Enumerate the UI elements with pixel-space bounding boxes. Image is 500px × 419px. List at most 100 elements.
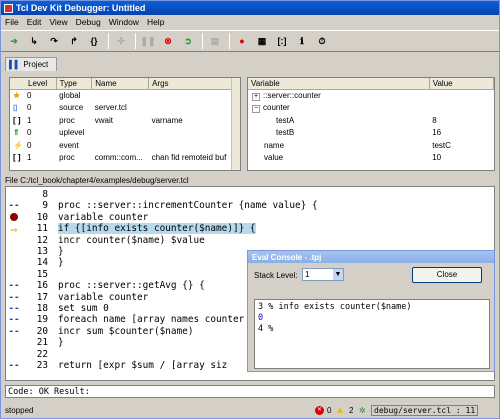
table-row[interactable]: ⚡ 0 event xyxy=(10,139,240,152)
stack-name xyxy=(92,127,149,140)
stack-column-header[interactable]: Type xyxy=(56,78,93,90)
table-row[interactable]: ⇑ 0 uplevel xyxy=(10,127,240,140)
console-output[interactable]: 3 % info exists counter($name) 0 4 % xyxy=(254,299,490,369)
table-row[interactable]: − counter xyxy=(248,102,494,115)
title-bar[interactable]: Tcl Dev Kit Debugger: Untitled xyxy=(1,1,499,15)
brace-icon: [ ] xyxy=(13,153,21,163)
code-line-marker[interactable]: -- xyxy=(6,326,22,337)
code-line-marker[interactable]: -- xyxy=(6,360,22,371)
chevron-down-icon: ▼ xyxy=(333,269,343,280)
step-to-result-icon[interactable]: {} xyxy=(85,32,103,50)
menu-item-edit[interactable]: Edit xyxy=(27,17,42,27)
table-row[interactable]: ★ 0 global xyxy=(10,89,240,102)
stack-args: varname xyxy=(151,115,183,125)
run-icon[interactable]: ➔ xyxy=(5,32,23,50)
stack-scrollbar[interactable] xyxy=(231,78,240,170)
close-button[interactable]: Close xyxy=(412,267,482,283)
table-row[interactable]: testA 8 xyxy=(248,114,494,127)
stack-type: proc xyxy=(59,115,75,125)
file-path: File C:/tcl_book/chapter4/examples/debug… xyxy=(5,176,189,185)
variable-column-header[interactable]: Variable xyxy=(248,78,430,90)
code-line-marker[interactable]: -- xyxy=(6,314,22,325)
stack-table: Level Type Name Args ★ 0 global ▯ 0 source server… xyxy=(10,78,240,164)
console-title-bar[interactable]: Eval Console - .tpj xyxy=(248,251,494,263)
line-number: 17 xyxy=(36,291,48,303)
code-line-marker[interactable] xyxy=(6,212,22,223)
stack-type: global xyxy=(59,91,81,100)
stack-type: proc xyxy=(59,153,75,163)
line-number: 12 xyxy=(36,234,48,246)
line-number: 19 xyxy=(36,314,48,326)
code-line: incr counter($name) $value xyxy=(58,234,205,246)
step-over-icon[interactable]: ↷ xyxy=(45,32,63,50)
result-bar: Code: OK Result: xyxy=(5,385,495,398)
watch-icon[interactable]: ▦ xyxy=(253,32,271,50)
table-row[interactable]: ▯ 0 source server.tcl xyxy=(10,102,240,115)
line-number: 23 xyxy=(36,360,48,371)
stack-level-cell: [ ] 1 xyxy=(10,152,56,165)
table-row[interactable]: testB 16 xyxy=(248,127,494,140)
code-line-marker[interactable] xyxy=(6,349,22,360)
toolbar-separator xyxy=(202,33,203,49)
stop-icon[interactable]: ⊗ xyxy=(159,32,177,50)
timer-icon[interactable]: ⏱ xyxy=(313,32,331,50)
tab-project[interactable]: ▌▌ Project xyxy=(5,57,57,71)
stack-level: 1 xyxy=(27,115,32,125)
code-line-marker[interactable]: -- xyxy=(6,280,22,291)
breakpoint-icon[interactable]: ● xyxy=(233,32,251,50)
stack-column-header[interactable]: Level xyxy=(10,78,57,90)
code-line: set sum 0 xyxy=(58,303,109,314)
stack-level-select[interactable]: 1 ▼ xyxy=(302,268,344,281)
menu-item-help[interactable]: Help xyxy=(147,17,164,27)
code-line-marker[interactable] xyxy=(6,235,22,246)
code-line: variable counter xyxy=(58,211,149,223)
variable-name-cell: testA xyxy=(248,114,429,127)
expand-icon[interactable]: + xyxy=(252,92,260,101)
code-line-marker[interactable]: -- xyxy=(6,292,22,303)
warning-icon: ▲ xyxy=(335,405,345,416)
stack-column-header[interactable]: Args xyxy=(148,78,240,90)
variable-name: ::server::counter xyxy=(263,90,321,100)
code-line: proc ::server::incrementCounter {name va… xyxy=(58,200,318,212)
variable-column-header[interactable]: Value xyxy=(429,78,495,90)
toolbar: ➔ ↳ ↷ ↱ {} ✣ ❚❚ ⊗ ➲ ▤ ● ▦ [:] ℹ ⏱ xyxy=(1,30,499,52)
break-icon[interactable]: ✣ xyxy=(112,32,130,50)
menu-item-window[interactable]: Window xyxy=(109,17,139,27)
table-row[interactable]: name testC xyxy=(248,139,494,152)
procedures-icon[interactable]: ℹ xyxy=(293,32,311,50)
stack-panel: Level Type Name Args ★ 0 global ▯ 0 source server… xyxy=(9,77,241,171)
code-line-marker[interactable] xyxy=(6,337,22,348)
code-line: } xyxy=(58,337,64,349)
file-icon: ▯ xyxy=(13,103,18,113)
table-row[interactable]: value 10 xyxy=(248,152,494,165)
toolbar-separator xyxy=(229,33,230,49)
stack-column-header[interactable]: Name xyxy=(91,78,150,90)
menu-item-debug[interactable]: Debug xyxy=(76,17,101,27)
eval-console-window: Eval Console - .tpj Stack Level: 1 ▼ Clo… xyxy=(247,250,495,372)
code-line-marker[interactable] xyxy=(6,246,22,257)
code-line-marker[interactable]: -- xyxy=(6,200,22,211)
stack-type: event xyxy=(59,140,79,150)
breakpoint-icon[interactable] xyxy=(10,212,18,221)
code-line-marker[interactable] xyxy=(6,269,22,280)
table-row[interactable]: [ ] 1 proc comm::com... chan fid remoteid bu… xyxy=(10,152,240,165)
code-line-marker[interactable] xyxy=(6,257,22,268)
table-row[interactable]: +::server::counter xyxy=(248,89,494,102)
code-line-marker[interactable]: -- xyxy=(6,303,22,314)
stack-args xyxy=(149,127,240,140)
kill-icon[interactable]: ▤ xyxy=(206,32,224,50)
code-line-marker[interactable] xyxy=(6,189,22,200)
menu-item-view[interactable]: View xyxy=(49,17,67,27)
step-out-icon[interactable]: ↱ xyxy=(65,32,83,50)
pause-icon[interactable]: ❚❚ xyxy=(139,32,157,50)
app-icon xyxy=(4,3,13,13)
stack-level: 0 xyxy=(27,140,32,150)
eval-console-icon[interactable]: [:] xyxy=(273,32,291,50)
code-line-marker[interactable]: ⇨ xyxy=(6,223,22,236)
stack-level: 1 xyxy=(27,153,32,163)
collapse-icon[interactable]: − xyxy=(252,104,260,113)
table-row[interactable]: [ ] 1 proc vwait varname xyxy=(10,114,240,127)
menu-item-file[interactable]: File xyxy=(5,17,19,27)
step-in-icon[interactable]: ↳ xyxy=(25,32,43,50)
restart-icon[interactable]: ➲ xyxy=(179,32,197,50)
